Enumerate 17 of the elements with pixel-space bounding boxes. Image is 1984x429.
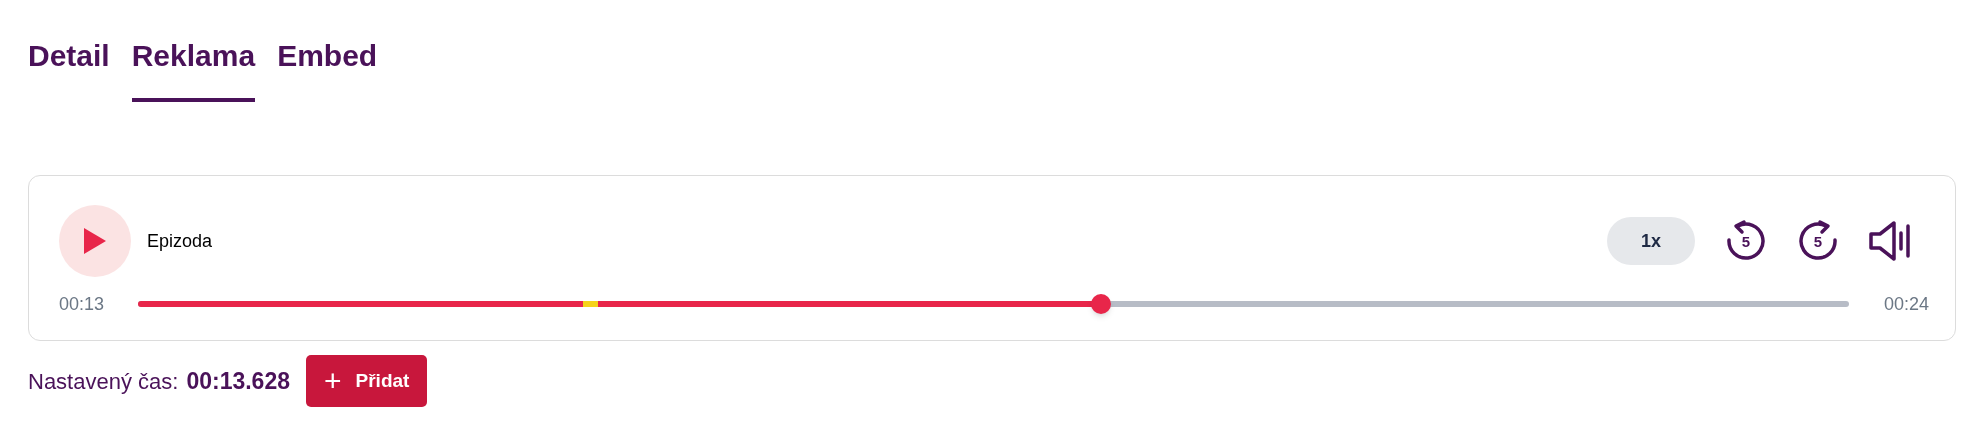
episode-title: Epizoda [147,229,213,253]
progress-thumb[interactable] [1091,294,1112,314]
add-button[interactable]: + Přidat [306,355,428,407]
speed-button[interactable]: 1x [1607,217,1695,265]
set-time-value: 00:13.628 [186,366,290,396]
tab[interactable]: Reklama [131,30,256,102]
play-icon [84,228,106,254]
tab[interactable]: Detail [28,30,110,102]
set-time-label: Nastavený čas: [28,367,179,396]
total-time: 00:24 [1882,292,1929,316]
current-time: 00:13 [59,292,106,316]
skip-back-button[interactable]: 5 [1723,218,1769,264]
volume-button[interactable] [1867,218,1913,264]
progress-slider[interactable] [138,294,1849,314]
tab[interactable]: Embed [277,30,378,102]
volume-icon [1868,220,1912,262]
skip-forward-button[interactable]: 5 [1795,218,1841,264]
